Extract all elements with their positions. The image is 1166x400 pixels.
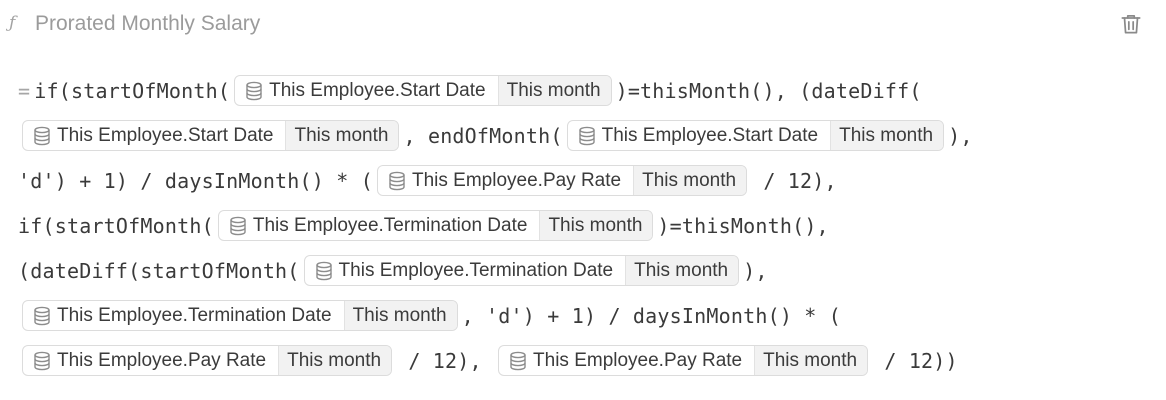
formula-code-text: ), bbox=[743, 258, 768, 283]
formula-code-text: (dateDiff(startOfMonth( bbox=[18, 258, 300, 283]
chip-field: This Employee.Start Date bbox=[235, 76, 497, 105]
formula-line: if(startOfMonth(This Employee.Terminatio… bbox=[18, 203, 1148, 248]
database-icon bbox=[315, 261, 332, 280]
chip-field: This Employee.Termination Date bbox=[219, 211, 540, 240]
field-reference-chip[interactable]: This Employee.Pay Rate This month bbox=[22, 345, 393, 376]
chip-field-label: This Employee.Start Date bbox=[601, 124, 819, 146]
chip-field-label: This Employee.Termination Date bbox=[57, 304, 332, 326]
field-reference-chip[interactable]: This Employee.Start Date This month bbox=[22, 120, 400, 151]
formula-line: 'd') + 1) / daysInMonth() * (This Employ… bbox=[18, 158, 1148, 203]
formula-title: Prorated Monthly Salary bbox=[35, 12, 261, 35]
database-icon bbox=[510, 351, 526, 370]
chip-field-label: This Employee.Termination Date bbox=[338, 259, 614, 281]
chip-field: This Employee.Pay Rate bbox=[499, 346, 754, 375]
formula-code-text: if(startOfMonth( bbox=[18, 213, 214, 238]
formula-code-text: )=thisMonth(), bbox=[657, 213, 829, 238]
formula-code-text: ), bbox=[948, 123, 973, 148]
database-icon bbox=[246, 81, 262, 100]
chip-field-label: This Employee.Pay Rate bbox=[57, 349, 267, 371]
database-icon bbox=[230, 216, 246, 235]
formula-line: This Employee.Pay Rate This month / 12), … bbox=[18, 338, 1148, 383]
chip-field: This Employee.Pay Rate bbox=[23, 346, 278, 375]
formula-code-text: )=thisMonth(), (dateDiff( bbox=[615, 78, 922, 103]
formula-code-text: 'd') + 1) / daysInMonth() * ( bbox=[18, 168, 373, 193]
formula-equals-sign: = bbox=[18, 78, 31, 103]
chip-period-label[interactable]: This month bbox=[625, 256, 739, 285]
chip-field: This Employee.Pay Rate bbox=[378, 166, 633, 195]
formula-expression[interactable]: = if(startOfMonth(This Employee.Start Dat… bbox=[18, 68, 1148, 383]
formula-code-text: if(startOfMonth( bbox=[34, 78, 231, 103]
chip-period-label[interactable]: This month bbox=[754, 346, 868, 375]
database-icon bbox=[34, 126, 50, 145]
chip-field-label: This Employee.Pay Rate bbox=[533, 349, 743, 371]
chip-field-label: This Employee.Pay Rate bbox=[412, 169, 622, 191]
formula-code-text: / 12), bbox=[751, 168, 837, 193]
chip-period-label[interactable]: This month bbox=[285, 121, 399, 150]
formula-line: = if(startOfMonth(This Employee.Start Dat… bbox=[18, 68, 1148, 113]
database-icon bbox=[389, 171, 405, 190]
formula-line: This Employee.Termination Date This month… bbox=[18, 293, 1148, 338]
function-icon: ƒ bbox=[9, 13, 16, 33]
chip-period-label[interactable]: This month bbox=[539, 211, 653, 240]
formula-header: ƒ Prorated Monthly Salary bbox=[0, 0, 1166, 48]
database-icon bbox=[34, 306, 50, 325]
formula-editor: ƒ Prorated Monthly Salary = if(startOfMon… bbox=[0, 0, 1166, 400]
formula-line: (dateDiff(startOfMonth(This Employee.Ter… bbox=[18, 248, 1148, 293]
chip-period-label[interactable]: This month bbox=[830, 121, 944, 150]
chip-field: This Employee.Termination Date bbox=[23, 301, 344, 330]
chip-field-label: This Employee.Start Date bbox=[57, 124, 274, 146]
formula-code-text: / 12), bbox=[396, 348, 495, 373]
chip-period-label[interactable]: This month bbox=[278, 346, 392, 375]
field-reference-chip[interactable]: This Employee.Start Date This month bbox=[566, 120, 945, 151]
chip-field-label: This Employee.Termination Date bbox=[252, 214, 528, 236]
trash-icon[interactable] bbox=[1118, 11, 1144, 37]
field-reference-chip[interactable]: This Employee.Termination Date This month bbox=[303, 255, 740, 286]
database-icon bbox=[34, 351, 50, 370]
field-reference-chip[interactable]: This Employee.Pay Rate This month bbox=[377, 165, 748, 196]
field-reference-chip[interactable]: This Employee.Pay Rate This month bbox=[498, 345, 869, 376]
chip-field: This Employee.Termination Date bbox=[305, 256, 626, 285]
formula-code-text: / 12)) bbox=[872, 348, 958, 373]
field-reference-chip[interactable]: This Employee.Start Date This month bbox=[234, 75, 612, 106]
formula-code-text: , 'd') + 1) / daysInMonth() * ( bbox=[461, 303, 842, 328]
field-reference-chip[interactable]: This Employee.Termination Date This month bbox=[217, 210, 654, 241]
chip-field: This Employee.Start Date bbox=[568, 121, 830, 150]
chip-field-label: This Employee.Start Date bbox=[269, 79, 486, 101]
chip-period-label[interactable]: This month bbox=[497, 76, 611, 105]
formula-code-text: , endOfMonth( bbox=[403, 123, 563, 148]
database-icon bbox=[578, 126, 595, 145]
formula-line: This Employee.Start Date This month, endO… bbox=[18, 113, 1148, 158]
chip-period-label[interactable]: This month bbox=[343, 301, 457, 330]
field-reference-chip[interactable]: This Employee.Termination Date This month bbox=[22, 300, 458, 331]
chip-field: This Employee.Start Date bbox=[23, 121, 285, 150]
chip-period-label[interactable]: This month bbox=[633, 166, 747, 195]
